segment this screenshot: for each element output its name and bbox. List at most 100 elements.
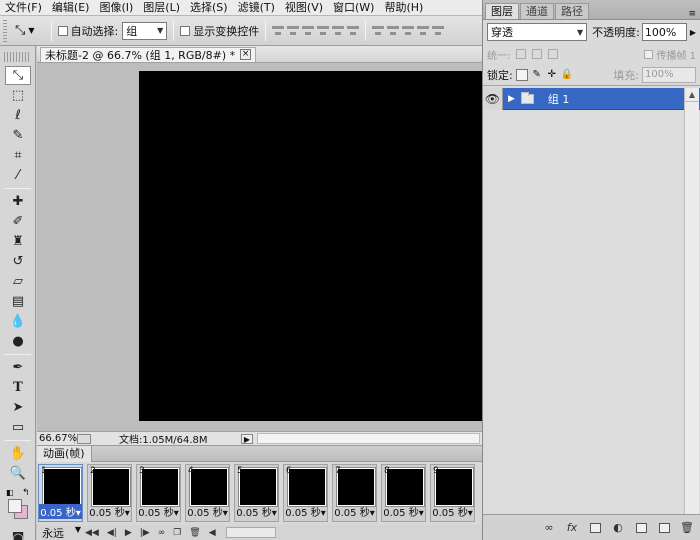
hand-tool-icon[interactable]: ✋ xyxy=(5,444,31,463)
horizontal-scrollbar[interactable] xyxy=(257,433,480,444)
distribute-vcenter-icon[interactable] xyxy=(387,24,400,38)
lock-pixels-icon[interactable]: ✎ xyxy=(531,69,543,81)
frame-delay[interactable]: 0.05 秒▾ xyxy=(186,504,229,519)
brush-tool-icon[interactable]: ✐ xyxy=(5,212,31,231)
status-menu-arrow-icon[interactable]: ▶ xyxy=(241,433,253,444)
scroll-up-icon[interactable]: ▲ xyxy=(685,88,699,102)
propagate-frame-option[interactable]: 传播帧 1 xyxy=(644,47,696,62)
auto-select-checkbox[interactable] xyxy=(57,25,68,36)
link-layers-icon[interactable]: ∞ xyxy=(542,521,556,534)
animation-frame[interactable]: 5 0.05 秒▾ xyxy=(234,464,279,522)
expand-group-icon[interactable]: ▶ xyxy=(508,94,515,104)
tab-channels[interactable]: 通道 xyxy=(520,3,554,19)
show-transform-checkbox[interactable] xyxy=(180,25,191,36)
animation-frame[interactable]: 2 0.05 秒▾ xyxy=(87,464,132,522)
type-tool-icon[interactable]: T xyxy=(5,378,31,397)
lock-transparency-icon[interactable] xyxy=(515,68,528,81)
animation-frame[interactable]: 6 0.05 秒▾ xyxy=(283,464,328,522)
move-tool-icon[interactable]: ⤡ xyxy=(5,66,31,85)
menu-select[interactable]: 选择(S) xyxy=(185,0,233,15)
eye-icon[interactable]: 👁 xyxy=(483,87,503,110)
align-right-icon[interactable] xyxy=(347,24,360,38)
animation-frame[interactable]: 1 0.05 秒▾ xyxy=(38,464,83,522)
fill-input[interactable]: 100% xyxy=(642,66,696,83)
unify-visibility-icon[interactable] xyxy=(532,49,543,59)
previous-frame-icon[interactable]: ◀| xyxy=(107,528,117,538)
foreground-color-swatch[interactable] xyxy=(8,499,22,513)
play-icon[interactable]: ▶ xyxy=(125,528,132,538)
align-hcenter-icon[interactable] xyxy=(332,24,345,38)
blend-mode-dropdown[interactable]: 穿透 ▼ xyxy=(487,23,588,41)
crop-tool-icon[interactable]: ⌗ xyxy=(5,146,31,165)
frame-delay[interactable]: 0.05 秒▾ xyxy=(137,504,180,519)
scroll-left-icon[interactable]: ◀ xyxy=(209,528,216,538)
new-group-icon[interactable] xyxy=(634,522,648,534)
frame-scrollbar[interactable] xyxy=(225,527,276,538)
animation-frame[interactable]: 4 0.05 秒▾ xyxy=(185,464,230,522)
pen-tool-icon[interactable]: ✒ xyxy=(5,358,31,377)
eraser-tool-icon[interactable]: ▱ xyxy=(5,272,31,291)
align-top-icon[interactable] xyxy=(272,24,285,38)
lasso-tool-icon[interactable]: ℓ xyxy=(5,106,31,125)
animation-frame[interactable]: 7 0.05 秒▾ xyxy=(332,464,377,522)
unify-position-icon[interactable] xyxy=(516,49,527,59)
quick-mask-icon[interactable]: ◙ xyxy=(5,529,31,540)
tab-layers[interactable]: 图层 xyxy=(485,3,519,19)
align-bottom-icon[interactable] xyxy=(302,24,315,38)
add-mask-icon[interactable] xyxy=(588,522,602,534)
quick-select-tool-icon[interactable]: ✎ xyxy=(5,126,31,145)
path-select-tool-icon[interactable]: ➤ xyxy=(5,398,31,417)
marquee-tool-icon[interactable]: ⬚ xyxy=(5,86,31,105)
propagate-frame-checkbox[interactable] xyxy=(644,49,654,59)
opacity-slider-arrow-icon[interactable]: ▶ xyxy=(690,28,696,37)
tween-icon[interactable]: ∞ xyxy=(158,528,166,538)
opacity-input[interactable]: 100% xyxy=(641,23,687,41)
frame-delay[interactable]: 0.05 秒▾ xyxy=(39,504,82,519)
frame-delay[interactable]: 0.05 秒▾ xyxy=(382,504,425,519)
distribute-hcenter-icon[interactable] xyxy=(432,24,445,38)
animation-frame[interactable]: 3 0.05 秒▾ xyxy=(136,464,181,522)
frame-delay[interactable]: 0.05 秒▾ xyxy=(431,504,474,519)
menu-help[interactable]: 帮助(H) xyxy=(379,0,428,15)
delete-frame-icon[interactable]: 🗑 xyxy=(189,528,200,538)
menu-view[interactable]: 视图(V) xyxy=(280,0,328,15)
show-transform-option[interactable]: 显示变换控件 xyxy=(180,23,259,39)
loop-options-dropdown[interactable]: 永远 ▼ xyxy=(37,525,81,540)
clone-stamp-tool-icon[interactable]: ♜ xyxy=(5,232,31,251)
menu-window[interactable]: 窗口(W) xyxy=(328,0,379,15)
distribute-left-icon[interactable] xyxy=(417,24,430,38)
gradient-tool-icon[interactable]: ▤ xyxy=(5,292,31,311)
swap-colors-icon[interactable]: ↰ xyxy=(22,488,30,498)
duplicate-frame-icon[interactable]: ❐ xyxy=(173,528,181,538)
eyedropper-tool-icon[interactable]: ⁄ xyxy=(5,166,31,185)
menu-edit[interactable]: 编辑(E) xyxy=(47,0,95,15)
history-brush-tool-icon[interactable]: ↺ xyxy=(5,252,31,271)
tool-preset-picker[interactable]: ⤡ ▼ xyxy=(11,21,39,40)
animation-frame[interactable]: 9 0.05 秒▾ xyxy=(430,464,475,522)
delete-layer-icon[interactable]: 🗑 xyxy=(680,521,694,534)
zoom-tool-icon[interactable]: 🔍 xyxy=(5,464,31,483)
menu-layer[interactable]: 图层(L) xyxy=(138,0,185,15)
frame-delay[interactable]: 0.05 秒▾ xyxy=(333,504,376,519)
auto-select-dropdown[interactable]: 组 ▼ xyxy=(122,21,168,40)
tab-animation[interactable]: 动画(帧) xyxy=(37,445,92,462)
adjustment-layer-icon[interactable]: ◐ xyxy=(611,521,625,534)
toolbox-grip[interactable] xyxy=(4,52,31,62)
align-left-icon[interactable] xyxy=(317,24,330,38)
lock-position-icon[interactable]: ✛ xyxy=(546,69,558,81)
zoom-level[interactable]: 66.67% xyxy=(37,433,77,444)
animation-frame[interactable]: 8 0.05 秒▾ xyxy=(381,464,426,522)
layer-style-icon[interactable]: fx xyxy=(565,521,579,534)
blur-tool-icon[interactable]: 💧 xyxy=(5,312,31,331)
next-frame-icon[interactable]: |▶ xyxy=(140,528,150,538)
auto-select-option[interactable]: 自动选择: xyxy=(57,23,118,39)
menu-filter[interactable]: 滤镜(T) xyxy=(233,0,280,15)
tab-paths[interactable]: 路径 xyxy=(555,3,589,19)
align-vcenter-icon[interactable] xyxy=(287,24,300,38)
document-canvas[interactable] xyxy=(139,71,482,421)
panel-menu-icon[interactable]: ≡ xyxy=(688,9,696,19)
distribute-top-icon[interactable] xyxy=(372,24,385,38)
menu-file[interactable]: 文件(F) xyxy=(0,0,47,15)
lock-all-icon[interactable]: 🔒 xyxy=(561,69,573,81)
shape-tool-icon[interactable]: ▭ xyxy=(5,418,31,437)
